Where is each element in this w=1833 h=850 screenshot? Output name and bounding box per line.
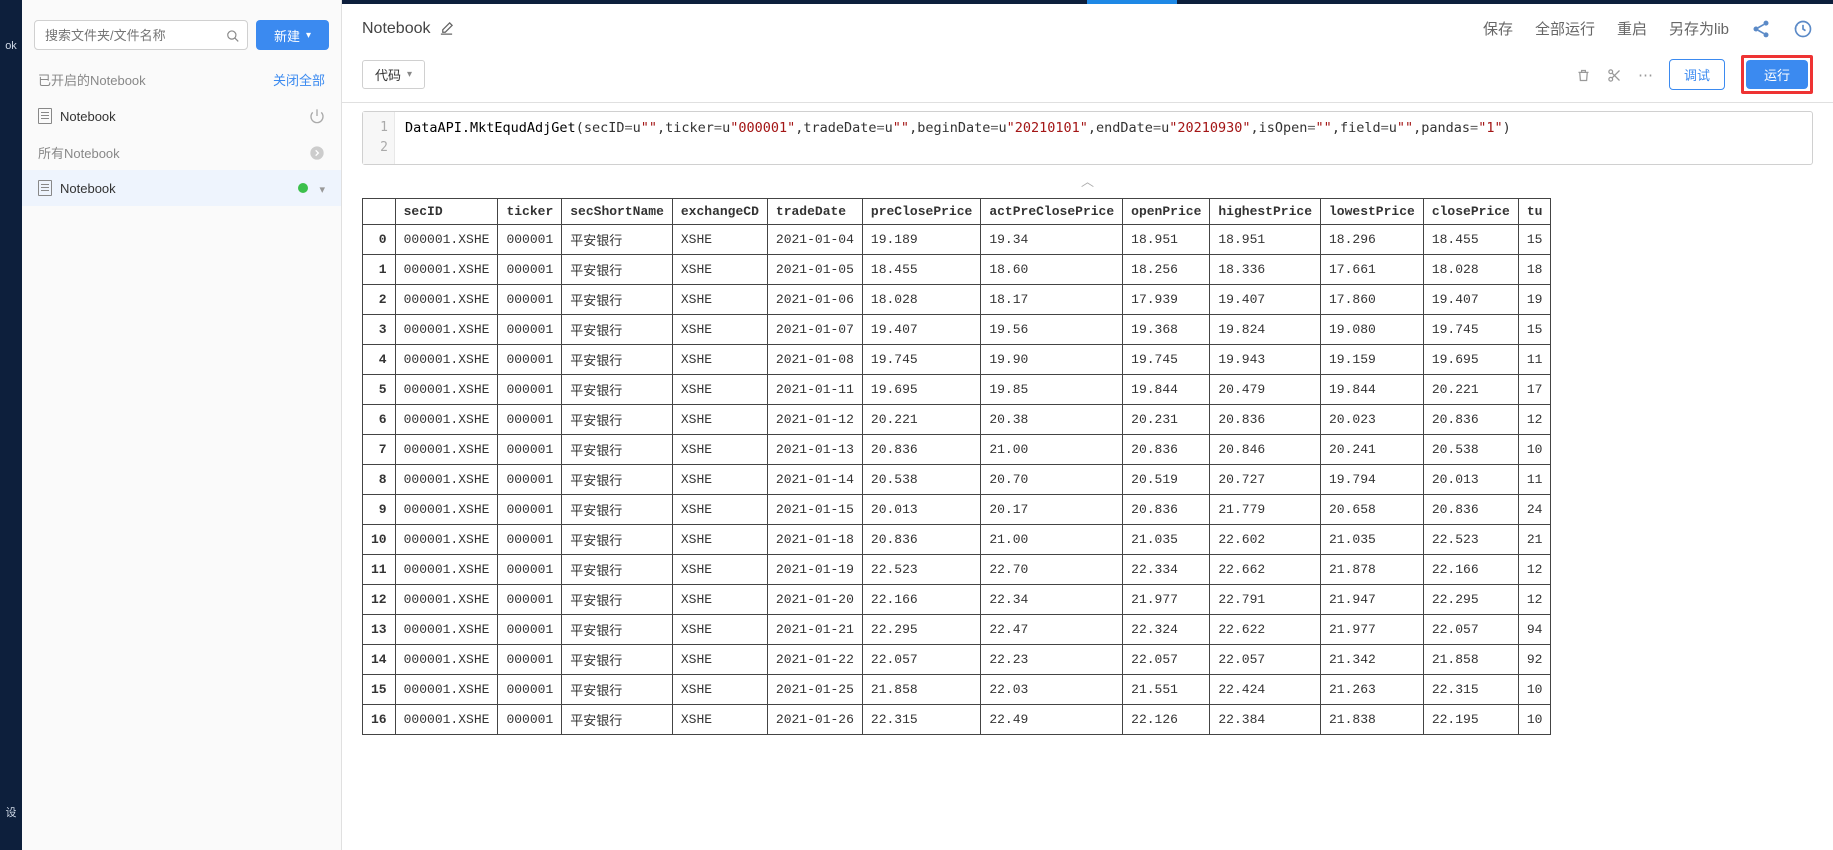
opened-notebook-item[interactable]: Notebook	[22, 97, 341, 135]
all-notebooks-header: 所有Notebook	[22, 135, 341, 170]
rail-item[interactable]: ok	[0, 30, 22, 62]
save-button[interactable]: 保存	[1483, 18, 1513, 39]
chevron-right-icon[interactable]	[309, 144, 325, 161]
page-title: Notebook	[362, 20, 431, 38]
main: Notebook 保存 全部运行 重启 另存为lib 代码	[342, 0, 1833, 850]
column-header: actPreClosePrice	[981, 199, 1123, 225]
table-row: 11000001.XSHE000001平安银行XSHE2021-01-1922.…	[363, 555, 1551, 585]
column-header: tu	[1518, 199, 1551, 225]
column-header: highestPrice	[1210, 199, 1321, 225]
table-row: 4000001.XSHE000001平安银行XSHE2021-01-0819.7…	[363, 345, 1551, 375]
all-header-label: 所有Notebook	[38, 143, 120, 162]
search-input[interactable]	[34, 20, 248, 50]
trash-icon[interactable]	[1576, 66, 1591, 83]
table-row: 0000001.XSHE000001平安银行XSHE2021-01-0419.1…	[363, 225, 1551, 255]
edit-icon[interactable]	[439, 20, 454, 38]
scissors-icon[interactable]	[1607, 66, 1622, 83]
tab-accent	[1087, 0, 1177, 4]
file-icon	[38, 108, 52, 124]
column-header: preClosePrice	[862, 199, 980, 225]
column-header: tradeDate	[767, 199, 862, 225]
column-header: secID	[395, 199, 498, 225]
chevron-down-icon[interactable]: ▾	[319, 184, 325, 196]
table-row: 8000001.XSHE000001平安银行XSHE2021-01-1420.5…	[363, 465, 1551, 495]
sidebar: 新建 ▾ 已开启的Notebook 关闭全部 Notebook 所有Notebo…	[22, 0, 342, 850]
table-row: 5000001.XSHE000001平安银行XSHE2021-01-1119.6…	[363, 375, 1551, 405]
line-gutter: 12	[363, 112, 395, 164]
topbar	[342, 0, 1833, 4]
collapse-output-icon[interactable]: ︿	[362, 169, 1813, 198]
code-cell[interactable]: 12 DataAPI.MktEqudAdjGet(secID=u"",ticke…	[362, 111, 1813, 165]
header: Notebook 保存 全部运行 重启 另存为lib	[342, 4, 1833, 49]
search-icon[interactable]	[226, 27, 240, 43]
notebook-name: Notebook	[60, 181, 116, 196]
run-all-button[interactable]: 全部运行	[1535, 18, 1595, 39]
status-dot-icon	[298, 183, 308, 193]
notebook-item[interactable]: Notebook ▾	[22, 170, 341, 206]
opened-header-label: 已开启的Notebook	[38, 70, 146, 89]
history-icon[interactable]	[1793, 18, 1813, 39]
table-row: 16000001.XSHE000001平安银行XSHE2021-01-2622.…	[363, 705, 1551, 735]
column-header: openPrice	[1123, 199, 1210, 225]
caret-down-icon: ▾	[407, 69, 412, 80]
output-table: secIDtickersecShortNameexchangeCDtradeDa…	[362, 198, 1551, 735]
table-row: 9000001.XSHE000001平安银行XSHE2021-01-1520.0…	[363, 495, 1551, 525]
column-header: exchangeCD	[672, 199, 767, 225]
table-row: 10000001.XSHE000001平安银行XSHE2021-01-1820.…	[363, 525, 1551, 555]
restart-button[interactable]: 重启	[1617, 18, 1647, 39]
table-row: 15000001.XSHE000001平安银行XSHE2021-01-2521.…	[363, 675, 1551, 705]
column-header: ticker	[498, 199, 562, 225]
cell-type-label: 代码	[375, 65, 401, 84]
opened-notebooks-header: 已开启的Notebook 关闭全部	[22, 62, 341, 97]
close-all-link[interactable]: 关闭全部	[273, 70, 325, 89]
caret-down-icon: ▾	[306, 30, 311, 41]
table-row: 13000001.XSHE000001平安银行XSHE2021-01-2122.…	[363, 615, 1551, 645]
code-editor[interactable]: DataAPI.MktEqudAdjGet(secID=u"",ticker=u…	[395, 112, 1812, 164]
power-icon[interactable]	[309, 107, 325, 125]
toolbar: 代码 ▾ ⋯ 调试 运行	[342, 49, 1833, 103]
new-button[interactable]: 新建 ▾	[256, 20, 329, 50]
table-row: 6000001.XSHE000001平安银行XSHE2021-01-1220.2…	[363, 405, 1551, 435]
cell-type-selector[interactable]: 代码 ▾	[362, 60, 425, 89]
share-icon[interactable]	[1751, 18, 1771, 39]
column-header: secShortName	[562, 199, 673, 225]
table-row: 2000001.XSHE000001平安银行XSHE2021-01-0618.0…	[363, 285, 1551, 315]
run-highlight: 运行	[1741, 55, 1813, 94]
notebook-name: Notebook	[60, 109, 116, 124]
run-button[interactable]: 运行	[1746, 60, 1808, 89]
save-as-lib-button[interactable]: 另存为lib	[1669, 18, 1729, 39]
file-icon	[38, 180, 52, 196]
left-rail: ok 设	[0, 0, 22, 850]
debug-button[interactable]: 调试	[1669, 59, 1725, 90]
new-button-label: 新建	[274, 26, 300, 45]
table-row: 14000001.XSHE000001平安银行XSHE2021-01-2222.…	[363, 645, 1551, 675]
table-row: 3000001.XSHE000001平安银行XSHE2021-01-0719.4…	[363, 315, 1551, 345]
column-header: closePrice	[1423, 199, 1518, 225]
more-icon[interactable]: ⋯	[1638, 66, 1653, 84]
index-header	[363, 199, 396, 225]
column-header: lowestPrice	[1321, 199, 1424, 225]
rail-item[interactable]: 设	[0, 794, 22, 830]
table-row: 12000001.XSHE000001平安银行XSHE2021-01-2022.…	[363, 585, 1551, 615]
table-row: 7000001.XSHE000001平安银行XSHE2021-01-1320.8…	[363, 435, 1551, 465]
table-row: 1000001.XSHE000001平安银行XSHE2021-01-0518.4…	[363, 255, 1551, 285]
